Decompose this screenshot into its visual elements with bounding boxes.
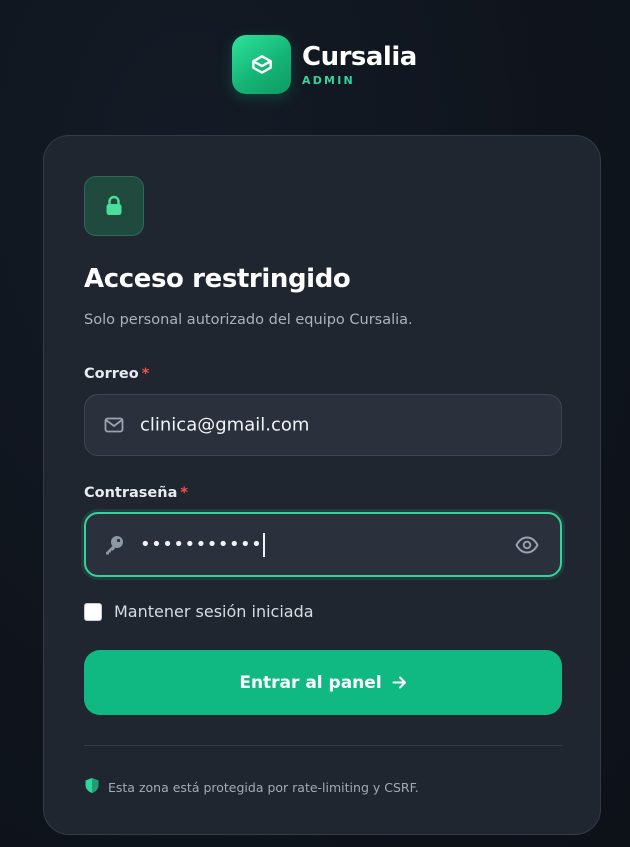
submit-label: Entrar al panel xyxy=(239,672,382,693)
email-value[interactable]: clinica@gmail.com xyxy=(140,415,309,436)
eye-icon[interactable] xyxy=(514,532,540,558)
divider xyxy=(84,745,562,746)
security-note-text: Esta zona está protegida por rate-limiti… xyxy=(108,780,419,795)
login-card: Acceso restringido Solo personal autoriz… xyxy=(43,135,601,835)
remember-label[interactable]: Mantener sesión iniciada xyxy=(114,602,314,621)
box-icon xyxy=(232,35,291,94)
required-mark: * xyxy=(180,485,188,501)
email-field[interactable]: clinica@gmail.com xyxy=(84,394,562,456)
brand-header: Cursalia ADMIN xyxy=(232,35,417,94)
password-label: Contraseña * xyxy=(84,485,188,501)
remember-checkbox[interactable] xyxy=(84,602,102,621)
key-icon xyxy=(103,534,125,556)
page-title: Acceso restringido xyxy=(84,264,351,294)
password-label-text: Contraseña xyxy=(84,485,178,501)
password-value-wrap[interactable]: ••••••••••• xyxy=(140,532,265,557)
email-label: Correo * xyxy=(84,366,149,382)
remember-row[interactable]: Mantener sesión iniciada xyxy=(84,602,314,621)
brand-text: Cursalia ADMIN xyxy=(302,42,417,87)
password-field[interactable]: ••••••••••• xyxy=(84,512,562,577)
text-caret xyxy=(263,532,265,557)
submit-button[interactable]: Entrar al panel xyxy=(84,650,562,715)
required-mark: * xyxy=(141,366,150,382)
page-subtitle: Solo personal autorizado del equipo Curs… xyxy=(84,312,413,328)
arrow-right-icon xyxy=(392,676,407,689)
password-value[interactable]: ••••••••••• xyxy=(140,534,262,555)
email-label-text: Correo xyxy=(84,366,139,382)
shield-icon xyxy=(84,777,100,798)
mail-icon xyxy=(103,414,125,436)
lock-icon xyxy=(84,176,144,236)
security-note: Esta zona está protegida por rate-limiti… xyxy=(84,777,419,798)
brand-name: Cursalia xyxy=(302,42,417,72)
brand-subtitle: ADMIN xyxy=(302,74,355,87)
